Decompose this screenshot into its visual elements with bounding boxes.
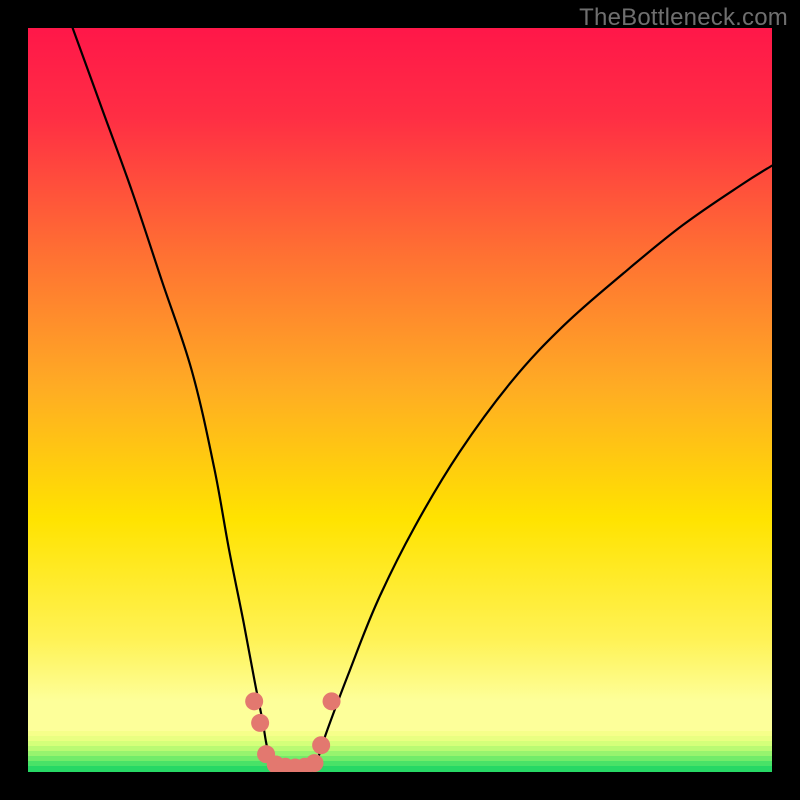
marker-dot [251, 714, 269, 732]
marker-dot [305, 754, 323, 772]
plot-area [28, 28, 772, 772]
marker-dot [245, 692, 263, 710]
curve-layer [28, 28, 772, 772]
watermark-text: TheBottleneck.com [579, 4, 788, 32]
curve-left [73, 28, 271, 763]
marker-dot [312, 736, 330, 754]
curve-right [317, 166, 772, 763]
marker-dot [323, 692, 341, 710]
chart-frame: TheBottleneck.com [0, 0, 800, 800]
